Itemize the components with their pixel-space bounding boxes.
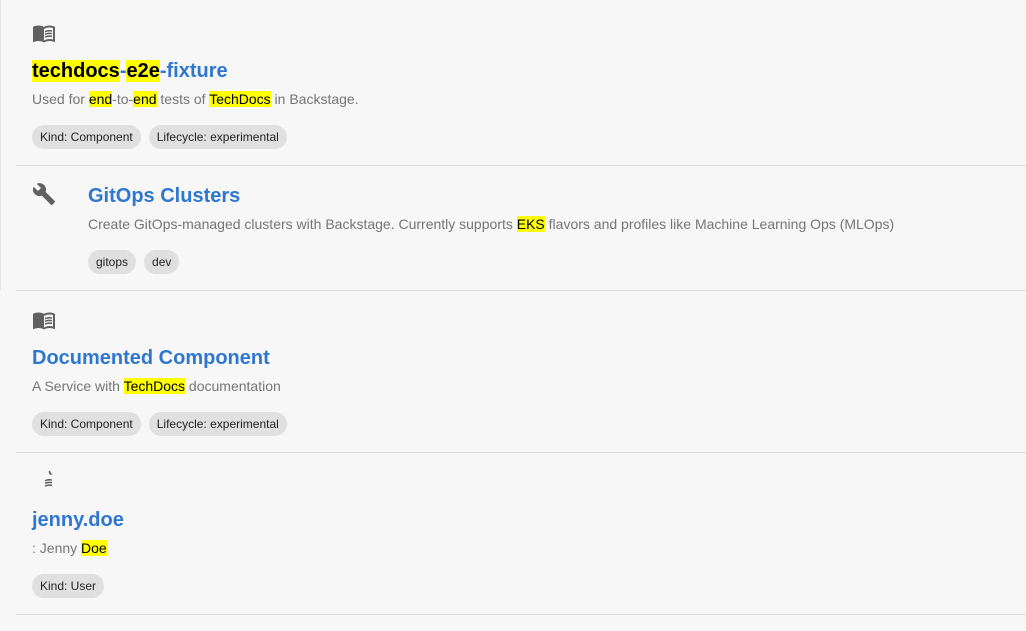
book-icon — [32, 470, 56, 494]
search-result-item: jenny.doe : Jenny Doe Kind: User — [16, 453, 1026, 615]
search-result-item: Documented Component A Service with Tech… — [16, 291, 1026, 453]
search-results-list: techdocs-e2e-fixture Used for end-to-end… — [16, 0, 1026, 615]
result-tags: gitops dev — [88, 250, 180, 274]
result-title-link[interactable]: Documented Component — [32, 346, 270, 370]
highlight: Doe — [81, 540, 107, 556]
kind-chip: Kind: User — [32, 574, 105, 598]
book-icon — [32, 21, 56, 45]
tag-chip: gitops — [88, 250, 137, 274]
result-title-link[interactable]: jenny.doe — [32, 508, 124, 532]
highlight: end — [88, 91, 113, 107]
highlight: e2e — [126, 60, 160, 82]
book-icon — [32, 308, 56, 332]
highlight: techdocs — [32, 60, 120, 82]
kind-chip: Kind: Component — [32, 125, 141, 149]
tag-chip: dev — [144, 250, 180, 274]
search-result-item: techdocs-e2e-fixture Used for end-to-end… — [16, 0, 1026, 166]
result-tags: Kind: Component Lifecycle: experimental — [32, 125, 287, 149]
result-title-link[interactable]: GitOps Clusters — [88, 184, 240, 208]
result-title-link[interactable]: techdocs-e2e-fixture — [32, 59, 228, 83]
search-result-item: GitOps Clusters Create GitOps-managed cl… — [16, 166, 1026, 291]
wrench-icon — [32, 182, 56, 206]
highlight: end — [133, 91, 157, 107]
result-tags: Kind: User — [32, 574, 105, 598]
highlight: EKS — [516, 216, 545, 232]
result-description: Create GitOps-managed clusters with Back… — [88, 216, 895, 232]
highlight: TechDocs — [123, 378, 186, 394]
result-description: A Service with TechDocs documentation — [32, 378, 281, 394]
kind-chip: Kind: Component — [32, 412, 141, 436]
result-description: Used for end-to-end tests of TechDocs in… — [32, 91, 359, 107]
highlight: TechDocs — [209, 91, 271, 107]
lifecycle-chip: Lifecycle: experimental — [148, 412, 287, 436]
result-description: : Jenny Doe — [32, 540, 107, 556]
left-edge-divider — [0, 0, 1, 290]
result-tags: Kind: Component Lifecycle: experimental — [32, 412, 287, 436]
lifecycle-chip: Lifecycle: experimental — [148, 125, 287, 149]
